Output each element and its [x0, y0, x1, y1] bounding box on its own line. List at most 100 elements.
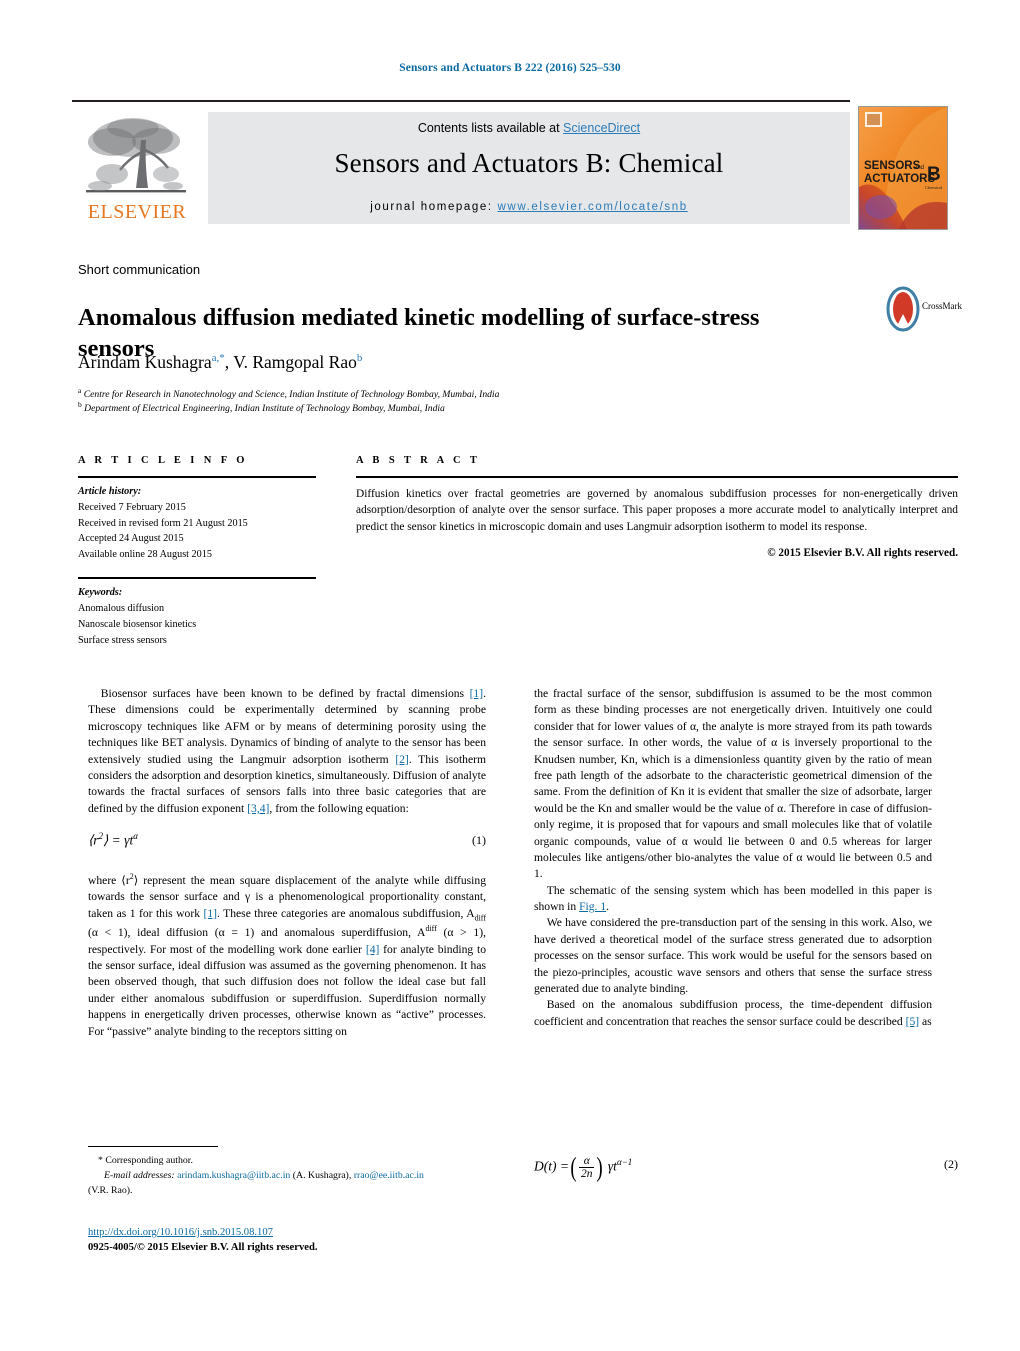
- svg-text:B: B: [927, 164, 941, 185]
- journal-cover-art: SENSORS and ACTUATORS B Chemical: [859, 107, 947, 229]
- basedon-text-a: Based on the anomalous subdiffusion proc…: [534, 998, 932, 1028]
- citation-ref-3-4[interactable]: [3,4]: [247, 802, 269, 815]
- equation-2: D(t) =(α 2n) γtα−1: [534, 1151, 633, 1182]
- affiliation-a-text: Centre for Research in Nanotechnology an…: [81, 389, 500, 401]
- paragraph-intro: Biosensor surfaces have been known to be…: [88, 686, 486, 817]
- where-text-f: for analyte binding to the sensor surfac…: [88, 942, 487, 1038]
- article-info-column: A R T I C L E I N F O Article history: R…: [78, 455, 316, 648]
- journal-article-page: Sensors and Actuators B 222 (2016) 525–5…: [0, 0, 1020, 1351]
- journal-banner: Contents lists available at ScienceDirec…: [208, 112, 850, 224]
- eq2-close-paren: ): [596, 1151, 604, 1182]
- figure-1-link[interactable]: Fig. 1: [579, 900, 606, 913]
- footnote-divider: [88, 1146, 218, 1148]
- eq2-exponent: α−1: [616, 1157, 633, 1168]
- corresponding-author-note: * Corresponding author.: [98, 1155, 193, 1167]
- issn-copyright: 0925-4005/© 2015 Elsevier B.V. All right…: [88, 1242, 318, 1253]
- keyword-item: Anomalous diffusion: [78, 602, 165, 614]
- email-link-2[interactable]: rrao@ee.iitb.ac.in: [354, 1170, 424, 1181]
- paragraph-based-on: Based on the anomalous subdiffusion proc…: [534, 997, 932, 1030]
- body-column-right: the fractal surface of the sensor, subdi…: [534, 686, 932, 1030]
- eq2-numerator: α: [578, 1155, 595, 1169]
- history-revised: Received in revised form 21 August 2015: [78, 517, 248, 529]
- affiliation-b: b Department of Electrical Engineering, …: [78, 400, 838, 416]
- equation-1: ⟨r2⟩ = γtα: [88, 831, 138, 849]
- doi-link[interactable]: http://dx.doi.org/10.1016/j.snb.2015.08.…: [88, 1227, 273, 1238]
- svg-text:ACTUATORS: ACTUATORS: [864, 173, 935, 185]
- crossmark-badge[interactable]: CrossMark: [886, 286, 962, 332]
- email-addresses-note: E-mail addresses: arindam.kushagra@iitb.…: [88, 1169, 486, 1184]
- email-link-1[interactable]: arindam.kushagra@iitb.ac.in: [177, 1170, 290, 1181]
- intro-text-a: Biosensor surfaces have been known to be…: [100, 687, 470, 700]
- eq2-rhs: γt: [607, 1158, 617, 1174]
- elsevier-wordmark: ELSEVIER: [87, 201, 187, 223]
- history-label: Article history:: [78, 486, 142, 497]
- intro-text-d: , from the following equation:: [269, 801, 409, 815]
- sciencedirect-link[interactable]: ScienceDirect: [563, 121, 640, 135]
- equation-2-row: D(t) =(α 2n) γtα−1 (2): [534, 1151, 958, 1195]
- citation-ref-1[interactable]: [1]: [470, 687, 484, 700]
- abstract-rule: [356, 476, 958, 478]
- adiff-subscript: diff: [474, 913, 486, 923]
- elsevier-logo: ELSEVIER: [78, 112, 194, 224]
- keywords-label: Keywords:: [78, 587, 123, 599]
- journal-homepage-line: journal homepage: www.elsevier.com/locat…: [208, 201, 850, 213]
- equation-1-number: (1): [472, 833, 486, 848]
- paragraph-fractal: the fractal surface of the sensor, subdi…: [534, 687, 932, 881]
- affiliation-b-text: Department of Electrical Engineering, In…: [81, 403, 445, 415]
- eq1-lhs: ⟨r: [88, 832, 99, 848]
- history-accepted: Accepted 24 August 2015: [78, 533, 184, 545]
- doi-block: http://dx.doi.org/10.1016/j.snb.2015.08.…: [88, 1222, 508, 1253]
- where-text-a: where ⟨r: [88, 873, 130, 887]
- email-label: E-mail addresses:: [104, 1170, 175, 1182]
- history-online: Available online 28 August 2015: [78, 549, 212, 561]
- schematic-text-b: .: [606, 900, 610, 914]
- journal-cover-thumbnail[interactable]: SENSORS and ACTUATORS B Chemical: [858, 106, 948, 230]
- citation-ref-5[interactable]: [5]: [906, 1015, 920, 1028]
- crossmark-label: CrossMark: [922, 301, 962, 311]
- article-info-rule: [78, 476, 316, 478]
- svg-text:and: and: [914, 165, 924, 171]
- equation-1-row: ⟨r2⟩ = γtα (1): [88, 831, 486, 857]
- elsevier-tree-icon: [86, 118, 186, 193]
- article-type: Short communication: [78, 262, 201, 277]
- eq2-open-paren: (: [570, 1151, 577, 1182]
- abstract-copyright: © 2015 Elsevier B.V. All rights reserved…: [767, 547, 958, 560]
- author-two-affil-marker: b: [356, 352, 363, 365]
- contents-list-line: Contents lists available at ScienceDirec…: [208, 121, 850, 135]
- running-head: Sensors and Actuators B 222 (2016) 525–5…: [399, 62, 621, 74]
- author-one: Arindam Kushagra: [78, 352, 212, 372]
- where-text-c: . These three categories are anomalous s…: [217, 906, 475, 920]
- journal-homepage-link[interactable]: www.elsevier.com/locate/snb: [498, 201, 688, 213]
- article-history: Article history: Received 7 February 201…: [78, 484, 316, 563]
- eq1-alpha: α: [133, 831, 138, 842]
- body-column-left: Biosensor surfaces have been known to be…: [88, 686, 486, 1040]
- email-name-1: (A. Kushagra),: [290, 1170, 354, 1182]
- email-name-2: (V.R. Rao).: [88, 1184, 133, 1196]
- citation-ref-4[interactable]: [4]: [366, 943, 380, 956]
- crossmark-icon: [886, 286, 920, 332]
- adiff-superscript: diff: [425, 924, 437, 934]
- paragraph-pretransduction: We have considered the pre-transduction …: [534, 916, 932, 996]
- citation-ref-1b[interactable]: [1]: [203, 907, 217, 920]
- author-list: Arindam Kushagraa,*, V. Ramgopal Raob: [78, 352, 778, 373]
- keyword-item: Surface stress sensors: [78, 634, 167, 646]
- eq2-fraction: α 2n: [578, 1155, 595, 1181]
- masthead-divider: [72, 100, 850, 102]
- abstract-column: A B S T R A C T Diffusion kinetics over …: [356, 455, 958, 559]
- basedon-text-b: as: [919, 1014, 932, 1028]
- abstract-heading: A B S T R A C T: [356, 455, 481, 466]
- contents-list-text: Contents lists available at: [417, 121, 564, 135]
- abstract-text: Diffusion kinetics over fractal geometri…: [356, 488, 958, 533]
- journal-masthead: ELSEVIER Contents lists available at Sci…: [72, 100, 948, 230]
- eq1-rhs: ⟩ = γt: [103, 832, 134, 848]
- eq2-lhs: D(t) =: [534, 1158, 569, 1174]
- svg-text:SENSORS: SENSORS: [864, 160, 921, 172]
- article-info-heading: A R T I C L E I N F O: [78, 455, 248, 466]
- paragraph-schematic: The schematic of the sensing system whic…: [534, 883, 932, 916]
- eq2-denominator: 2n: [580, 1168, 593, 1181]
- author-two: , V. Ramgopal Rao: [224, 352, 357, 372]
- keywords-block: Keywords: Anomalous diffusion Nanoscale …: [78, 585, 316, 648]
- journal-title: Sensors and Actuators B: Chemical: [334, 148, 724, 178]
- citation-ref-2[interactable]: [2]: [395, 753, 409, 766]
- history-received: Received 7 February 2015: [78, 501, 186, 513]
